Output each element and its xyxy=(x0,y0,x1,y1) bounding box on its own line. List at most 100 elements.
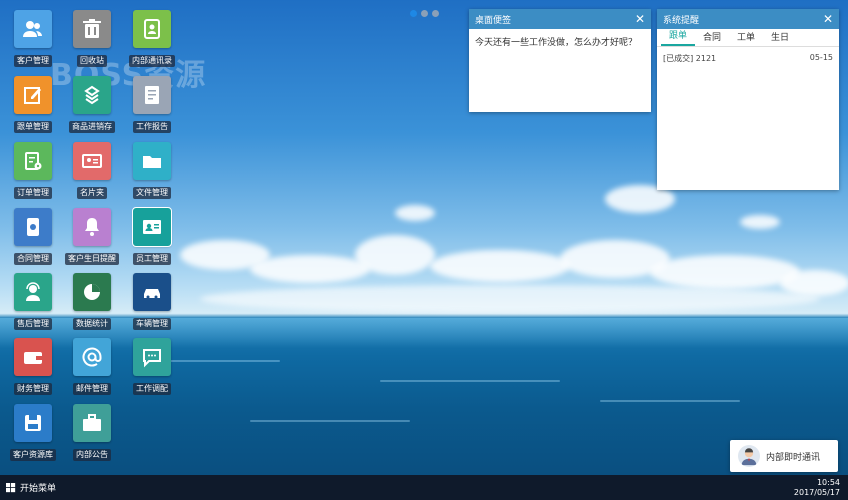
trash-icon xyxy=(83,19,101,38)
finance-tile[interactable] xyxy=(14,338,52,376)
note-window-header[interactable]: 桌面便签 ✕ xyxy=(469,9,651,29)
desktop-icon-files[interactable]: 文件管理 xyxy=(119,142,185,199)
desktop-note-window: 桌面便签 ✕ xyxy=(469,9,651,112)
reminder-window-header[interactable]: 系统提醒 ✕ xyxy=(657,9,839,29)
bell-icon xyxy=(85,218,99,236)
desktop-icon-contacts[interactable]: 内部通讯录 xyxy=(119,10,185,67)
customer-resources-tile[interactable] xyxy=(14,404,52,442)
briefcase-icon xyxy=(83,414,101,431)
at-sign-icon xyxy=(82,347,102,367)
icon-label: 员工管理 xyxy=(133,253,171,265)
contacts-tile[interactable] xyxy=(133,10,171,48)
instant-messaging-label: 内部即时通讯 xyxy=(766,452,821,463)
desktop-icon-employees[interactable]: 员工管理 xyxy=(119,207,185,265)
inventory-tile[interactable] xyxy=(73,76,111,114)
list-item[interactable]: [已成交] 2121 05-15 xyxy=(657,47,839,70)
customer-tile[interactable] xyxy=(14,10,52,48)
after-sales-tile[interactable] xyxy=(14,273,52,311)
vehicles-tile[interactable] xyxy=(133,273,171,311)
users-icon xyxy=(23,21,42,37)
desktop-icon-after-sales[interactable]: 售后管理 xyxy=(0,273,66,330)
clock-date: 2017/05/17 xyxy=(793,487,840,497)
icon-label: 回收站 xyxy=(77,55,107,67)
desktop-icon-business-cards[interactable]: 名片夹 xyxy=(59,142,125,199)
desktop-icon-work-report[interactable]: 工作报告 xyxy=(119,76,185,133)
icon-label: 名片夹 xyxy=(77,187,107,199)
note-textarea[interactable] xyxy=(469,29,651,109)
tab-birthday[interactable]: 生日 xyxy=(763,30,797,46)
work-dispatch-tile[interactable] xyxy=(133,338,171,376)
icon-label: 内部公告 xyxy=(73,449,111,461)
desktop-icon-orders[interactable]: 订单管理 xyxy=(0,142,66,199)
icon-label: 客户资源库 xyxy=(10,449,56,461)
desktop-icon-follow-up[interactable]: 跟单管理 xyxy=(0,76,66,133)
taskbar: 开始菜单 10:54 2017/05/17 xyxy=(0,475,848,500)
cloud xyxy=(355,235,435,275)
desktop-icon-customer[interactable]: 客户管理 xyxy=(0,10,66,67)
taskbar-clock: 10:54 2017/05/17 xyxy=(794,478,848,498)
birthday-reminder-tile[interactable] xyxy=(73,208,111,246)
tab-work-order[interactable]: 工单 xyxy=(729,30,763,46)
cloud xyxy=(650,255,800,289)
files-tile[interactable] xyxy=(133,142,171,180)
contracts-tile[interactable] xyxy=(14,208,52,246)
desktop-icon-statistics[interactable]: 数据统计 xyxy=(59,273,125,330)
desktop-icon-recycle-bin[interactable]: 回收站 xyxy=(59,10,125,67)
close-icon[interactable]: ✕ xyxy=(635,13,645,25)
follow-up-tile[interactable] xyxy=(14,76,52,114)
address-book-icon xyxy=(144,19,160,39)
instant-messaging-button[interactable]: 内部即时通讯 xyxy=(730,440,838,472)
cloud xyxy=(430,250,570,282)
support-agent-icon xyxy=(26,282,40,301)
start-menu-label: 开始菜单 xyxy=(20,484,57,494)
wave xyxy=(380,380,560,382)
badge-icon xyxy=(143,220,161,234)
chat-icon xyxy=(143,349,161,368)
desktop-pager xyxy=(410,10,439,17)
announcements-tile[interactable] xyxy=(73,404,111,442)
pager-dot[interactable] xyxy=(421,10,428,17)
document-icon xyxy=(145,86,159,104)
tab-follow-up[interactable]: 跟单 xyxy=(661,28,696,46)
cloud xyxy=(395,205,435,221)
pager-dot[interactable] xyxy=(432,10,439,17)
icon-label: 邮件管理 xyxy=(73,383,111,395)
desktop-icon-birthday-reminder[interactable]: 客户生日提醒 xyxy=(59,208,125,265)
business-cards-tile[interactable] xyxy=(73,142,111,180)
dropbox-icon xyxy=(84,85,100,105)
car-icon xyxy=(144,289,160,299)
pie-chart-icon xyxy=(84,284,100,300)
desktop-icon-work-dispatch[interactable]: 工作调配 xyxy=(119,338,185,395)
orders-tile[interactable] xyxy=(14,142,52,180)
note-window-title: 桌面便签 xyxy=(475,15,512,26)
reminder-item-text: [已成交] 2121 xyxy=(663,54,717,63)
statistics-tile[interactable] xyxy=(73,273,111,311)
desktop-icon-customer-resources[interactable]: 客户资源库 xyxy=(0,404,66,461)
desktop-icon-contracts[interactable]: 合同管理 xyxy=(0,208,66,265)
desktop-icon-inventory[interactable]: 商品进销存 xyxy=(59,76,125,133)
system-reminder-window: 系统提醒 ✕ 跟单 合同 工单 生日 [已成交] 2121 05-15 xyxy=(657,9,839,190)
tab-contract[interactable]: 合同 xyxy=(695,30,729,46)
close-icon[interactable]: ✕ xyxy=(823,13,833,25)
recycle-bin-tile[interactable] xyxy=(73,10,111,48)
work-report-tile[interactable] xyxy=(133,76,171,114)
pager-dot[interactable] xyxy=(410,10,417,17)
desktop-icon-mail[interactable]: 邮件管理 xyxy=(59,338,125,395)
icon-label: 订单管理 xyxy=(14,187,52,199)
icon-label: 数据统计 xyxy=(73,318,111,330)
icon-label: 商品进销存 xyxy=(69,121,115,133)
wallet-icon xyxy=(24,352,42,364)
desktop-icon-announcements[interactable]: 内部公告 xyxy=(59,404,125,461)
desktop-icon-vehicles[interactable]: 车辆管理 xyxy=(119,273,185,330)
reminder-item-date: 05-15 xyxy=(809,53,833,62)
windows-icon xyxy=(6,482,16,492)
icon-label: 合同管理 xyxy=(14,253,52,265)
desktop-icon-finance[interactable]: 财务管理 xyxy=(0,338,66,395)
mail-tile[interactable] xyxy=(73,338,111,376)
icon-label: 工作报告 xyxy=(133,121,171,133)
user-avatar-icon xyxy=(741,448,757,466)
start-menu-button[interactable]: 开始菜单 xyxy=(0,475,62,500)
icon-label: 车辆管理 xyxy=(133,318,171,330)
folder-icon xyxy=(143,156,161,168)
employees-tile[interactable] xyxy=(132,207,172,247)
